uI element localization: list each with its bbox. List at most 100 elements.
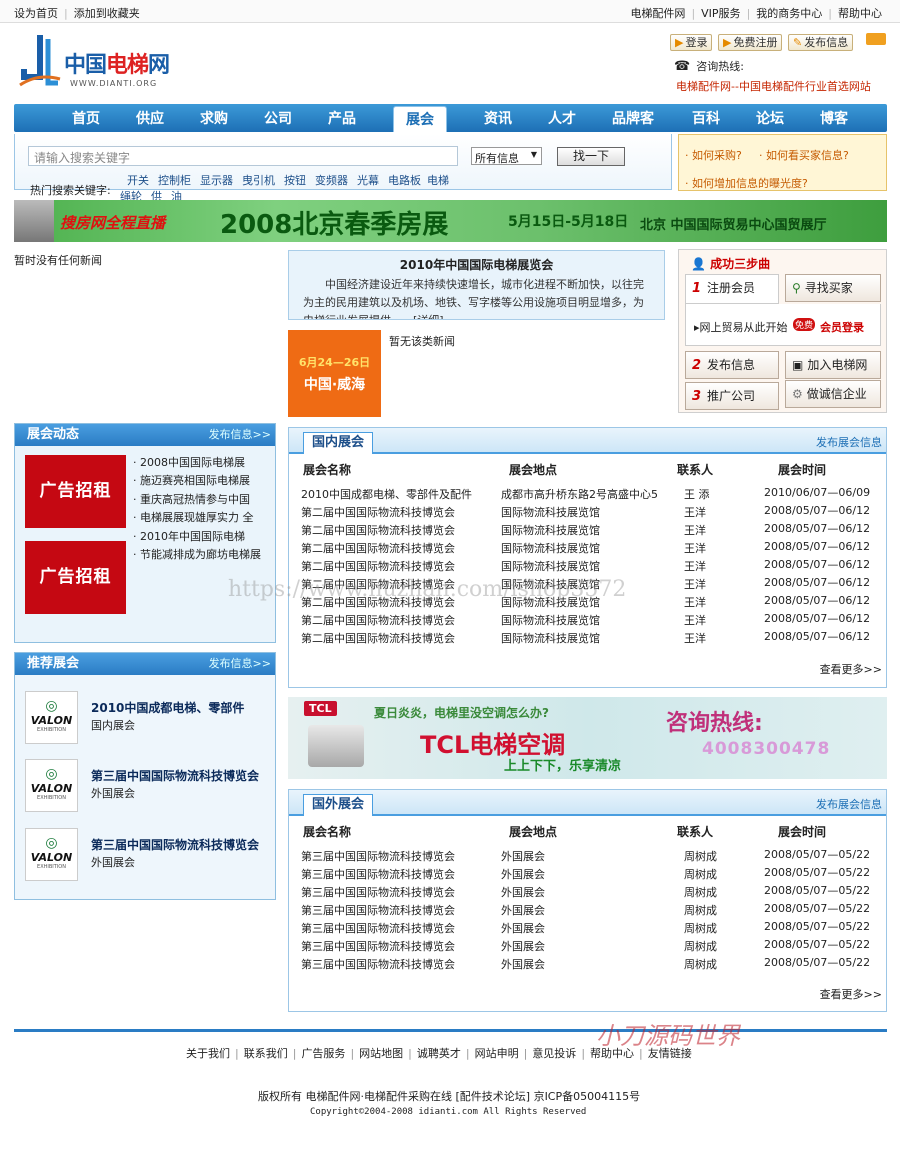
business-center-link[interactable]: 我的商务中心 — [756, 7, 822, 20]
join-label: 加入电梯网 — [807, 358, 868, 372]
nav-company[interactable]: 公司 — [246, 104, 310, 132]
main-nav: 首页 供应 求购 公司 产品 展会 资讯 人才 品牌客 百科 论坛 博客 — [14, 104, 887, 132]
table-row[interactable]: 第三届中国国际物流科技博览会 外国展会 周树成 2008/05/07—05/22 — [301, 884, 871, 902]
nav-home[interactable]: 首页 — [54, 104, 118, 132]
table-row[interactable]: 第三届中国国际物流科技博览会 外国展会 周树成 2008/05/07—05/22 — [301, 866, 871, 884]
table-row[interactable]: 第二届中国国际物流科技博览会 国际物流科技展览馆 王洋 2008/05/07—06/1… — [301, 612, 871, 630]
cell-location: 国际物流科技展览馆 — [501, 524, 600, 537]
register-member-step[interactable]: 1 注册会员 — [685, 274, 779, 304]
help-buyer-info[interactable]: · 如何看买家信息? — [759, 147, 849, 163]
table-row[interactable]: 第二届中国国际物流科技博览会 国际物流科技展览馆 王洋 2008/05/07—06/1… — [301, 558, 871, 576]
list-item[interactable]: · 节能减排成为廊坊电梯展 — [133, 546, 273, 564]
house-fair-banner[interactable]: 搜房网全程直播 2008北京春季房展 5月15日-5月18日 北京 中国国际贸易… — [14, 200, 887, 242]
expo-title[interactable]: 2010年中国国际电梯展览会 — [289, 256, 664, 273]
footer-link[interactable]: 关于我们 — [186, 1047, 230, 1060]
list-item[interactable]: · 电梯展展现雄厚实力 全 — [133, 509, 273, 527]
nav-brand[interactable]: 品牌客 — [600, 104, 666, 132]
recommend-item[interactable]: ◎ VALON EXHIBITION 第三届中国国际物流科技博览会 外国展会 — [25, 759, 279, 814]
nav-product[interactable]: 产品 — [310, 104, 374, 132]
hot-keyword[interactable]: 电路板 — [388, 174, 421, 187]
site-link[interactable]: 电梯配件网 — [630, 7, 685, 20]
footer-link[interactable]: 联系我们 — [244, 1047, 288, 1060]
footer-link[interactable]: 意见投诉 — [532, 1047, 576, 1060]
nav-forum[interactable]: 论坛 — [738, 104, 802, 132]
table-row[interactable]: 第二届中国国际物流科技博览会 国际物流科技展览馆 王洋 2008/05/07—06/1… — [301, 630, 871, 648]
add-favorite-link[interactable]: 添加到收藏夹 — [74, 7, 140, 20]
vip-link[interactable]: VIP服务 — [701, 7, 740, 20]
join-button[interactable]: ▣ 加入电梯网 — [785, 351, 881, 379]
hot-keyword[interactable]: 显示器 — [200, 174, 233, 187]
weihai-ad[interactable]: 6月24—26日 中国·威海 — [288, 330, 381, 417]
nav-purchase[interactable]: 求购 — [182, 104, 246, 132]
view-more-link[interactable]: 查看更多>> — [820, 986, 882, 1002]
ad-slot[interactable]: 广告招租 — [25, 455, 126, 528]
domestic-tab[interactable]: 国内展会 — [303, 432, 374, 454]
hot-keyword[interactable]: 控制柜 — [158, 174, 191, 187]
panel-title: 推荐展会 发布信息>> — [15, 653, 275, 675]
panel-more-link[interactable]: 发布信息>> — [209, 424, 271, 446]
table-row[interactable]: 2010中国成都电梯、零部件及配件 成都市高升桥东路2号高盛中心5 王 添 2010/… — [301, 486, 871, 504]
gear-icon: ⚙ — [792, 387, 803, 401]
hot-keyword[interactable]: 曳引机 — [242, 174, 275, 187]
table-row[interactable]: 第三届中国国际物流科技博览会 外国展会 周树成 2008/05/07—05/22 — [301, 848, 871, 866]
find-buyer-button[interactable]: ⚲ 寻找买家 — [785, 274, 881, 302]
ad-slot[interactable]: 广告招租 — [25, 541, 126, 614]
recommend-item[interactable]: ◎ VALON EXHIBITION 第三届中国国际物流科技博览会 外国展会 — [25, 828, 279, 883]
cell-contact: 王洋 — [684, 578, 706, 591]
search-category-select[interactable]: 所有信息 ▼ — [471, 147, 542, 165]
publish-button[interactable]: ✎ 发布信息 — [788, 34, 854, 51]
table-row[interactable]: 第三届中国国际物流科技博览会 外国展会 周树成 2008/05/07—05/22 — [301, 956, 871, 974]
hot-keyword[interactable]: 光幕 — [357, 174, 379, 187]
table-row[interactable]: 第三届中国国际物流科技博览会 外国展会 周树成 2008/05/07—05/22 — [301, 920, 871, 938]
list-item[interactable]: · 2008中国国际电梯展 — [133, 454, 273, 472]
hot-keyword[interactable]: 按钮 — [284, 174, 306, 187]
tcl-ad-banner[interactable]: TCL 夏日炎炎，电梯里没空调怎么办? TCL电梯空调 上上下下，乐享清凉 咨询… — [288, 697, 887, 779]
table-row[interactable]: 第三届中国国际物流科技博览会 外国展会 周树成 2008/05/07—05/22 — [301, 938, 871, 956]
footer-link[interactable]: 网站申明 — [475, 1047, 519, 1060]
search-button[interactable]: 找一下 — [557, 147, 625, 166]
table-row[interactable]: 第三届中国国际物流科技博览会 外国展会 周树成 2008/05/07—05/22 — [301, 902, 871, 920]
publish-expo-link[interactable]: 发布展会信息 — [816, 796, 882, 812]
hot-keyword[interactable]: 电梯 — [427, 174, 449, 187]
table-row[interactable]: 第二届中国国际物流科技博览会 国际物流科技展览馆 王洋 2008/05/07—06/1… — [301, 522, 871, 540]
nav-blog[interactable]: 博客 — [802, 104, 866, 132]
trust-enterprise-button[interactable]: ⚙ 做诚信企业 — [785, 380, 881, 408]
login-button[interactable]: ▶ 登录 — [670, 34, 713, 51]
publish-info-button[interactable]: 2 发布信息 — [685, 351, 779, 379]
nav-wiki[interactable]: 百科 — [674, 104, 738, 132]
list-item[interactable]: · 施迈赛亮相国际电梯展 — [133, 472, 273, 490]
table-row[interactable]: 第二届中国国际物流科技博览会 国际物流科技展览馆 王洋 2008/05/07—06/1… — [301, 540, 871, 558]
footer-link[interactable]: 广告服务 — [301, 1047, 345, 1060]
hot-keyword[interactable]: 开关 — [127, 174, 149, 187]
site-logo[interactable]: 中国电梯网 WWW.DIANTI.ORG — [18, 33, 188, 93]
set-homepage-link[interactable]: 设为首页 — [14, 7, 58, 20]
publish-expo-link[interactable]: 发布展会信息 — [816, 434, 882, 450]
nav-exhibition[interactable]: 展会 — [393, 106, 447, 132]
help-exposure[interactable]: · 如何增加信息的曝光度? — [685, 175, 808, 191]
divider: | — [465, 1047, 470, 1060]
nav-supply[interactable]: 供应 — [118, 104, 182, 132]
nav-talent[interactable]: 人才 — [530, 104, 594, 132]
search-input[interactable]: 请输入搜索关键字 — [28, 146, 458, 166]
footer-link[interactable]: 帮助中心 — [590, 1047, 634, 1060]
footer-link[interactable]: 诚聘英才 — [417, 1047, 461, 1060]
view-more-link[interactable]: 查看更多>> — [820, 661, 882, 677]
help-how-purchase[interactable]: · 如何采购? — [685, 147, 742, 163]
nav-news[interactable]: 资讯 — [466, 104, 530, 132]
foreign-tab[interactable]: 国外展会 — [303, 794, 374, 816]
hot-keyword[interactable]: 变频器 — [315, 174, 348, 187]
list-item[interactable]: · 重庆高冠热情参与中国 — [133, 491, 273, 509]
help-center-link[interactable]: 帮助中心 — [838, 7, 882, 20]
promote-company-button[interactable]: 3 推广公司 — [685, 382, 779, 410]
panel-more-link[interactable]: 发布信息>> — [209, 653, 271, 675]
footer-link[interactable]: 友情链接 — [648, 1047, 692, 1060]
recommend-item[interactable]: ◎ VALON EXHIBITION 2010中国成都电梯、零部件 国内展会 — [25, 691, 279, 746]
cell-location: 国际物流科技展览馆 — [501, 506, 600, 519]
list-item[interactable]: · 2010年中国国际电梯 — [133, 528, 273, 546]
member-login-link[interactable]: 会员登录 — [820, 319, 864, 335]
footer-link[interactable]: 网站地图 — [359, 1047, 403, 1060]
table-row[interactable]: 第二届中国国际物流科技博览会 国际物流科技展览馆 王洋 2008/05/07—06/1… — [301, 504, 871, 522]
logo-text-c: 网 — [148, 53, 170, 78]
register-button[interactable]: ▶ 免费注册 — [718, 34, 783, 51]
step-label: 发布信息 — [707, 358, 756, 372]
